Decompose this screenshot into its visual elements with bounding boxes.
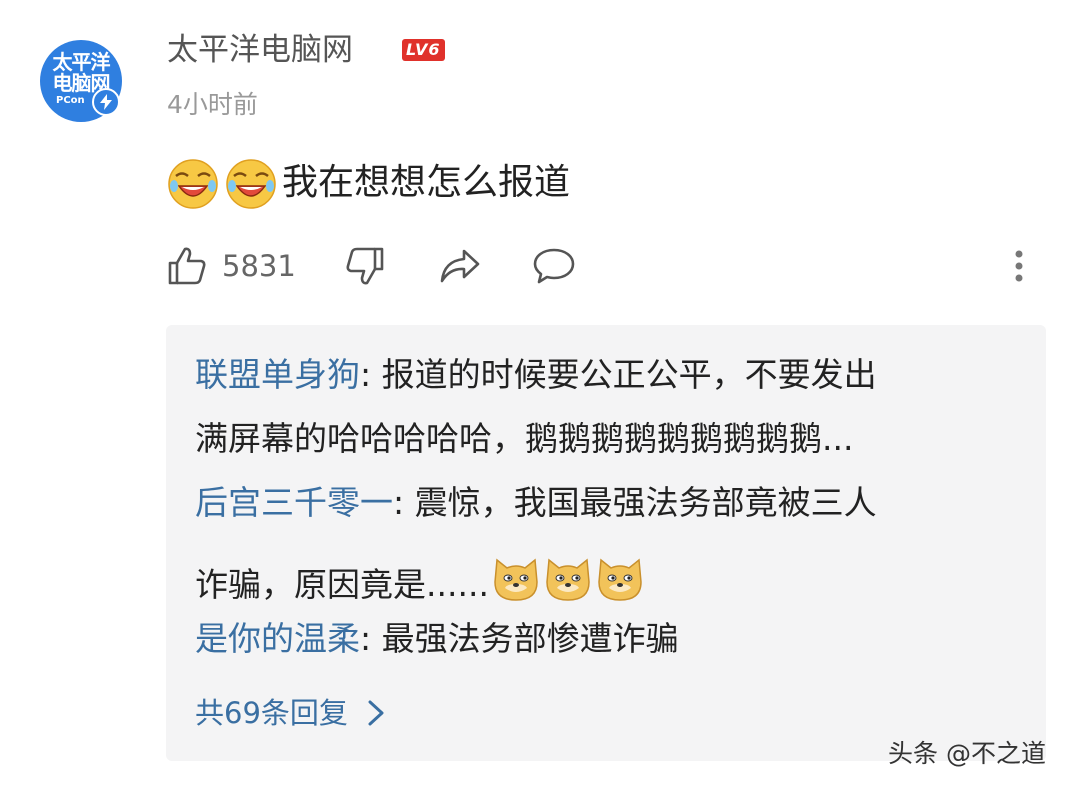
view-more-replies-link[interactable]: 共69条回复 — [195, 691, 388, 735]
reply-text: 震惊，我国最强法务部竟被三人 — [414, 483, 877, 522]
reply-author[interactable]: 后宫三千零一 — [195, 483, 393, 522]
action-bar: 5831 — [166, 238, 1036, 294]
reply-list: 联盟单身狗: 报道的时候要公正公平，不要发出 满屏幕的哈哈哈哈哈，鹅鹅鹅鹅鹅鹅鹅… — [166, 325, 1046, 761]
reply-text: 诈骗，原因竟是...... — [195, 565, 489, 604]
reply-line: 诈骗，原因竟是...... — [195, 535, 1016, 615]
author-name[interactable]: 太平洋电脑网 — [167, 30, 353, 70]
comment-bubble-icon — [533, 248, 575, 284]
more-options-button[interactable] — [1008, 238, 1030, 294]
more-replies-text: 共69条回复 — [195, 696, 348, 730]
like-button[interactable]: 5831 — [166, 238, 296, 294]
comment-content: 我在想想怎么报道 — [166, 155, 570, 211]
laughing-crying-face-icon — [226, 159, 276, 209]
comment-card: 太平洋 电脑网 PCon 太平洋电脑网 LV6 4小时前 我在想想怎么报道 58… — [0, 0, 1080, 792]
reply-item[interactable]: 是你的温柔: 最强法务部惨遭诈骗 — [195, 615, 1016, 663]
level-badge: LV6 — [402, 39, 445, 61]
avatar-text-line-1: 太平洋 — [52, 50, 111, 74]
thumbs-up-icon — [168, 247, 206, 285]
reply-author[interactable]: 联盟单身狗 — [195, 355, 360, 394]
doge-icon — [598, 558, 642, 601]
reply-item[interactable]: 后宫三千零一: 震惊，我国最强法务部竟被三人 诈骗，原因竟是...... — [195, 471, 1016, 615]
reply-line: 后宫三千零一: 震惊，我国最强法务部竟被三人 — [195, 483, 877, 522]
post-time: 4小时前 — [167, 90, 258, 119]
watermark: 头条 @不之道 — [888, 739, 1046, 768]
laughing-crying-face-icon — [168, 159, 218, 209]
verified-lightning-icon — [92, 88, 120, 116]
reply-author[interactable]: 是你的温柔 — [195, 619, 360, 658]
reply-text: 报道的时候要公正公平，不要发出 — [381, 355, 877, 394]
reply-text: 最强法务部惨遭诈骗 — [381, 619, 679, 658]
reply-item[interactable]: 联盟单身狗: 报道的时候要公正公平，不要发出 满屏幕的哈哈哈哈哈，鹅鹅鹅鹅鹅鹅鹅… — [195, 343, 1016, 471]
reply-line: 满屏幕的哈哈哈哈哈，鹅鹅鹅鹅鹅鹅鹅鹅鹅... — [195, 419, 854, 458]
doge-icon — [494, 558, 538, 601]
thumbs-down-icon — [346, 247, 384, 285]
share-arrow-icon — [440, 249, 480, 283]
share-button[interactable] — [438, 238, 482, 294]
comment-button[interactable] — [532, 238, 576, 294]
comment-text: 我在想想怎么报道 — [282, 162, 571, 203]
reply-line: 联盟单身狗: 报道的时候要公正公平，不要发出 — [195, 355, 877, 394]
more-vertical-icon — [1015, 250, 1023, 282]
dislike-button[interactable] — [344, 238, 386, 294]
reply-line: 是你的温柔: 最强法务部惨遭诈骗 — [195, 619, 679, 658]
doge-icon — [546, 558, 590, 601]
avatar[interactable]: 太平洋 电脑网 PCon — [40, 40, 122, 122]
chevron-right-icon — [368, 700, 384, 726]
like-count: 5831 — [222, 249, 296, 283]
